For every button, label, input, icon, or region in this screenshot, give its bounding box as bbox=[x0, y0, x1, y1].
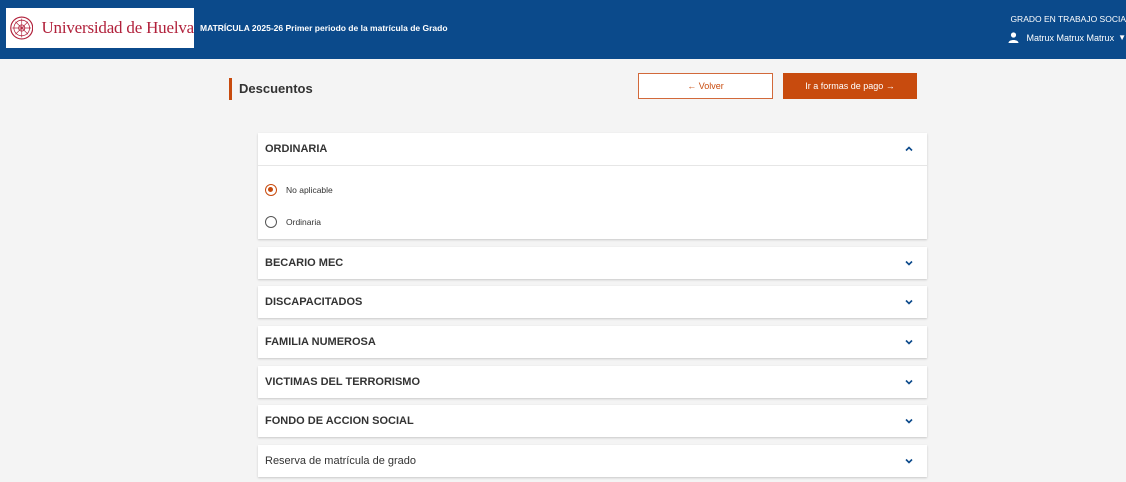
chevron-up-icon bbox=[905, 146, 913, 152]
university-name: Universidad de Huelva bbox=[41, 18, 194, 37]
user-menu[interactable]: Matrux Matrux Matrux ▼ bbox=[1008, 32, 1126, 43]
accordion-header[interactable]: Reserva de matrícula de grado bbox=[258, 445, 927, 477]
user-name: Matrux Matrux Matrux bbox=[1026, 32, 1115, 43]
option-no-aplicable[interactable]: No aplicable bbox=[258, 174, 927, 206]
accordion-header[interactable]: VICTIMAS DEL TERRORISMO bbox=[258, 366, 927, 398]
chevron-down-icon bbox=[905, 339, 913, 345]
accordion-title: VICTIMAS DEL TERRORISMO bbox=[265, 376, 421, 388]
section-accent-bar bbox=[229, 78, 232, 100]
radio-button-selected[interactable] bbox=[265, 184, 277, 196]
accordion-title: FAMILIA NUMEROSA bbox=[265, 336, 376, 348]
accordion-title: BECARIO MEC bbox=[265, 257, 344, 269]
caret-down-icon: ▼ bbox=[1118, 33, 1126, 42]
option-ordinaria[interactable]: Ordinaria bbox=[258, 206, 927, 238]
option-label: No aplicable bbox=[286, 185, 333, 195]
user-icon bbox=[1008, 32, 1019, 43]
chevron-down-icon bbox=[905, 458, 913, 464]
accordion-panel-becario-mec[interactable]: BECARIO MEC bbox=[258, 247, 927, 279]
accordion-title: DISCAPACITADOS bbox=[265, 296, 363, 308]
accordion-title: Reserva de matrícula de grado bbox=[265, 455, 417, 467]
accordion-title: FONDO DE ACCION SOCIAL bbox=[265, 415, 414, 427]
option-label: Ordinaria bbox=[286, 217, 321, 227]
page-title: Descuentos bbox=[239, 81, 313, 96]
radio-button[interactable] bbox=[265, 216, 277, 228]
accordion-panel-ordinaria: ORDINARIA No aplicable Ordinaria bbox=[258, 133, 927, 239]
accordion-header[interactable]: FONDO DE ACCION SOCIAL bbox=[258, 405, 927, 437]
top-bar: Universidad de Huelva MATRÍCULA 2025-26 … bbox=[0, 0, 1126, 59]
chevron-down-icon bbox=[905, 299, 913, 305]
accordion-title: ORDINARIA bbox=[265, 143, 328, 155]
payment-methods-button[interactable]: Ir a formas de pago → bbox=[783, 73, 917, 99]
university-seal-icon bbox=[10, 16, 34, 40]
accordion-header[interactable]: FAMILIA NUMEROSA bbox=[258, 326, 927, 358]
accordion-header[interactable]: ORDINARIA bbox=[258, 133, 927, 165]
chevron-down-icon bbox=[905, 260, 913, 266]
back-button[interactable]: ← Volver bbox=[638, 73, 773, 99]
accordion-header[interactable]: DISCAPACITADOS bbox=[258, 286, 927, 318]
university-logo[interactable]: Universidad de Huelva bbox=[6, 8, 194, 48]
accordion-panel-familia-numerosa[interactable]: FAMILIA NUMEROSA bbox=[258, 326, 927, 358]
chevron-down-icon bbox=[905, 379, 913, 385]
accordion-panel-discapacitados[interactable]: DISCAPACITADOS bbox=[258, 286, 927, 318]
accordion-panel-reserva-matricula[interactable]: Reserva de matrícula de grado bbox=[258, 445, 927, 477]
accordion-panel-fondo-accion-social[interactable]: FONDO DE ACCION SOCIAL bbox=[258, 405, 927, 437]
accordion-panel-victimas-terrorismo[interactable]: VICTIMAS DEL TERRORISMO bbox=[258, 366, 927, 398]
app-title: MATRÍCULA 2025-26 Primer periodo de la m… bbox=[200, 23, 448, 33]
chevron-down-icon bbox=[905, 418, 913, 424]
degree-name: GRADO EN TRABAJO SOCIA bbox=[1010, 14, 1126, 24]
accordion-header[interactable]: BECARIO MEC bbox=[258, 247, 927, 279]
accordion-body: No aplicable Ordinaria bbox=[258, 165, 927, 239]
